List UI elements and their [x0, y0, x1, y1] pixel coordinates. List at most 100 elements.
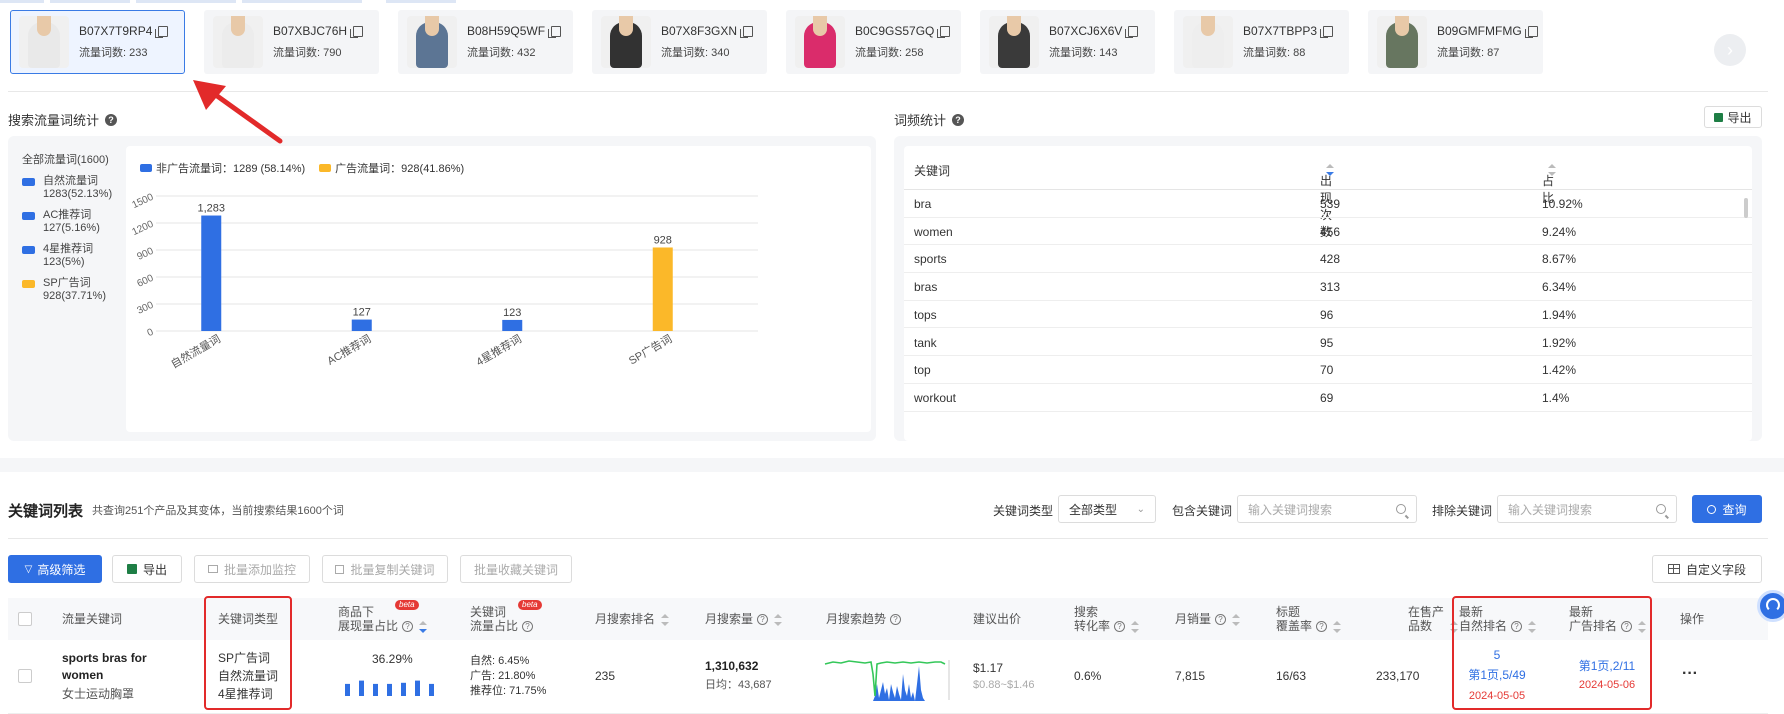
help-icon[interactable]: ? [522, 621, 534, 633]
word-freq-row: sports 428 8.67% [904, 245, 1752, 274]
th-volume[interactable]: 月搜索量? [705, 612, 783, 626]
copy-icon[interactable] [155, 25, 169, 38]
product-card[interactable]: B0C9GS57GQ 流量词数: 258 [786, 10, 961, 74]
support-chat-button[interactable] [1757, 590, 1784, 622]
custom-fields-button[interactable]: 自定义字段 [1652, 555, 1762, 583]
product-card[interactable]: B09GMFMFMG 流量词数: 87 [1368, 10, 1543, 74]
th-trend: 月搜索趋势? [826, 612, 902, 626]
row-daily: 日均：43,687 [705, 679, 772, 691]
share-bar [401, 682, 406, 696]
copy-icon[interactable] [350, 25, 364, 38]
product-asin: B0C9GS57GQ [855, 24, 935, 38]
help-icon[interactable]: ? [1114, 621, 1126, 633]
select-all-checkbox[interactable] [18, 612, 32, 626]
copy-icon[interactable] [937, 25, 951, 38]
share-bar [359, 680, 364, 696]
th-sales[interactable]: 月销量? [1175, 612, 1241, 626]
product-card[interactable]: B07XBJC76H 流量词数: 790 [204, 10, 379, 74]
product-card[interactable]: B07X7TBPP3 流量词数: 88 [1174, 10, 1349, 74]
keyword-list-summary: 共查询251个产品及其变体，当前搜索结果1600个词 [92, 505, 344, 517]
product-keyword-count: 流量词数: 258 [855, 47, 924, 59]
help-icon[interactable]: ? [890, 614, 902, 626]
legend-item[interactable]: AC推荐词 127(5.16%) [22, 209, 112, 235]
bar-2 [502, 319, 523, 331]
product-keyword-count: 流量词数: 432 [467, 47, 536, 59]
word-freq-row: bra 539 10.92% [904, 190, 1752, 218]
advanced-filter-button[interactable]: ▽ 高级筛选 [8, 555, 102, 583]
copy-icon[interactable] [1524, 25, 1538, 38]
help-icon[interactable]: ? [105, 113, 118, 126]
product-card[interactable]: B07X8F3GXN 流量词数: 340 [592, 10, 767, 74]
row-products: 233,170 [1376, 669, 1420, 683]
copy-icon[interactable] [1320, 25, 1334, 38]
product-card[interactable]: B07XCJ6X6V 流量词数: 143 [980, 10, 1155, 74]
product-card[interactable]: B07X7T9RP4 流量词数: 233 [10, 10, 185, 74]
help-icon[interactable]: ? [952, 113, 965, 126]
data-label: 1,283 [197, 203, 225, 215]
data-label: 928 [654, 234, 672, 246]
filter-icon: ▽ [24, 563, 33, 575]
word-freq-export-button[interactable]: 导出 [1704, 106, 1762, 128]
copy-icon[interactable] [1125, 25, 1139, 38]
export-button[interactable]: 导出 [112, 555, 182, 583]
word-freq-panel: 关键词 出现次数 占比 bra 539 10.92% women 456 9.24% spo… [894, 136, 1762, 441]
include-keyword-input[interactable]: 输入关键词搜索 [1237, 495, 1417, 523]
y-tick-label: 1500 [130, 192, 155, 212]
exclude-keyword-input[interactable]: 输入关键词搜索 [1497, 495, 1677, 523]
product-thumbnail [1183, 16, 1233, 68]
row-conversion: 0.6% [1074, 669, 1102, 683]
copy-icon[interactable] [548, 25, 562, 38]
scrollbar[interactable] [1744, 198, 1748, 218]
help-icon[interactable]: ? [1316, 621, 1328, 633]
x-tick-label: AC推荐词 [324, 331, 373, 367]
row-keyword[interactable]: sports bras for women [62, 650, 162, 684]
row-cover: 16/63 [1276, 669, 1307, 683]
sort-icon [1232, 613, 1241, 626]
word-freq-table: 关键词 出现次数 占比 bra 539 10.92% women 456 9.24% spo… [904, 146, 1752, 441]
word-freq-row: top 70 1.42% [904, 356, 1752, 384]
help-icon[interactable]: ? [757, 614, 769, 626]
query-button[interactable]: 查询 [1692, 495, 1762, 523]
legend-item[interactable]: 4星推荐词 123(5%) [22, 243, 112, 269]
count-sort-header[interactable]: 出现次数 [1320, 162, 1334, 239]
next-product-button[interactable]: › [1714, 34, 1746, 66]
keyword-type-select[interactable]: 全部类型 ⌄ [1058, 495, 1156, 523]
help-icon[interactable]: ? [402, 621, 414, 633]
excel-icon [126, 564, 137, 574]
th-keyword: 流量关键词 [62, 612, 123, 626]
th-products[interactable]: 在售产 品数 [1408, 605, 1459, 633]
bar-1 [351, 319, 372, 331]
row-more-button[interactable]: ··· [1682, 665, 1698, 682]
data-label: 123 [503, 307, 521, 319]
help-icon[interactable]: ? [1215, 614, 1227, 626]
product-keyword-count: 流量词数: 143 [1049, 47, 1118, 59]
product-keyword-count: 流量词数: 233 [79, 47, 148, 59]
th-conversion[interactable]: 搜索 转化率? [1074, 605, 1140, 633]
trend-sparkline[interactable] [823, 654, 953, 702]
flow-legend: 全部流量词(1600) 自然流量词 1283(52.13%) AC推荐词 127(5.… [22, 154, 112, 303]
copy-icon[interactable] [740, 25, 754, 38]
th-rank[interactable]: 月搜索排名 [595, 612, 670, 626]
batch-copy-keywords-button[interactable]: 批量复制关键词 [322, 555, 448, 583]
legend-item[interactable]: 自然流量词 1283(52.13%) [22, 175, 112, 201]
product-card[interactable]: B08H59Q5WF 流量词数: 432 [398, 10, 573, 74]
batch-add-monitor-button[interactable]: 批量添加监控 [194, 555, 310, 583]
product-asin: B07X7TBPP3 [1243, 24, 1318, 38]
row-checkbox[interactable] [18, 669, 32, 683]
product-asin: B08H59Q5WF [467, 24, 546, 38]
x-tick-label: SP广告词 [626, 332, 674, 367]
search-stats-panel: 全部流量词(1600) 自然流量词 1283(52.13%) AC推荐词 127(5.… [8, 136, 876, 441]
share-bar [373, 683, 378, 696]
sort-icon [419, 620, 428, 633]
sort-icon [1548, 163, 1556, 176]
divider [8, 538, 1768, 539]
sort-icon [1333, 620, 1342, 633]
excel-icon [1714, 112, 1724, 122]
share-minichart [345, 680, 434, 696]
batch-fav-keywords-button[interactable]: 批量收藏关键词 [460, 555, 572, 583]
th-cover[interactable]: 标题 覆盖率? [1276, 605, 1342, 633]
y-tick-label: 600 [135, 273, 155, 290]
legend-item[interactable]: SP广告词 928(37.71%) [22, 277, 112, 303]
ratio-sort-header[interactable]: 占比 [1542, 162, 1556, 205]
bar-chart: 0 300 600 900 1200 1500 1,283 自然流量词 127 AC推荐词 123 4… [130, 192, 758, 371]
